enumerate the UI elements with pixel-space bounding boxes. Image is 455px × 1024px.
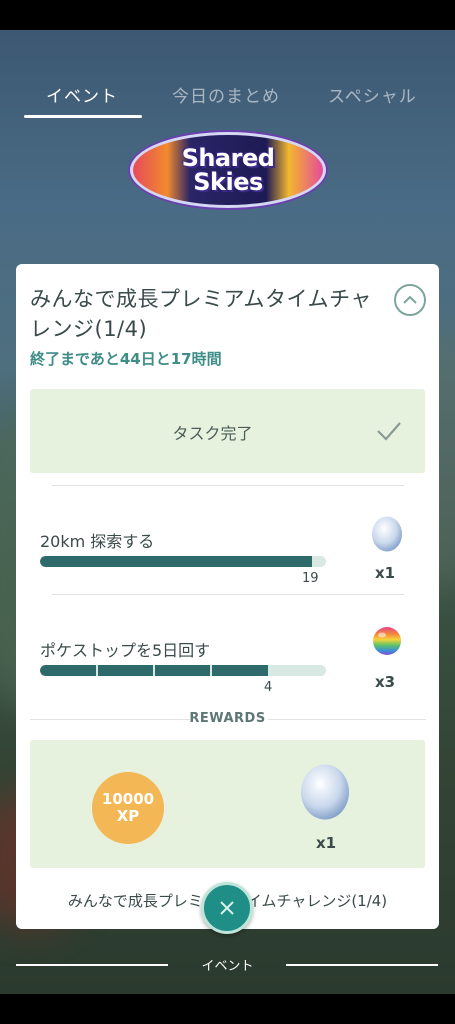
egg-reward-quantity: x1 (316, 834, 337, 852)
challenge-card: みんなで成長プレミアムタイムチャレンジ(1/4) 終了まであと44日と17時間 … (16, 264, 439, 929)
tab-today-summary[interactable]: 今日のまとめ (172, 82, 280, 107)
event-logo: Shared Skies (130, 132, 326, 208)
logo-text-line2: Skies (193, 168, 263, 196)
logo-text-line1: Shared (181, 144, 275, 172)
divider (52, 594, 404, 595)
xp-unit: XP (116, 807, 140, 825)
divider (286, 964, 438, 966)
chevron-up-icon (403, 295, 417, 304)
xp-amount: 10000 (101, 790, 155, 808)
tab-event[interactable]: イベント (46, 82, 118, 107)
close-icon (220, 901, 234, 915)
divider (268, 719, 426, 720)
task-progress-bar (40, 665, 326, 676)
progress-segment-divider (268, 665, 270, 676)
check-icon (377, 422, 401, 441)
task-complete-label: タスク完了 (172, 424, 253, 443)
progress-segment-divider (96, 665, 98, 676)
progress-segment-divider (153, 665, 155, 676)
egg-icon (301, 764, 349, 820)
close-button[interactable] (201, 882, 253, 934)
countdown-text: 終了まであと44日と17時間 (30, 350, 222, 368)
collapse-button[interactable] (394, 284, 426, 316)
divider (52, 485, 404, 486)
progress-fill (40, 556, 312, 567)
section-header: イベント (0, 955, 455, 975)
task-complete-banner: タスク完了 (30, 389, 425, 473)
progress-segment-divider (210, 665, 212, 676)
task-progress-bar (40, 556, 326, 567)
status-bar (0, 0, 455, 30)
reward-quantity: x3 (375, 673, 396, 691)
challenge-title: みんなで成長プレミアムタイムチャレンジ(1/4) (30, 287, 372, 341)
egg-icon (372, 516, 402, 552)
task-label: 20km 探索する (40, 532, 155, 551)
xp-reward-badge: 10000 XP (92, 772, 164, 844)
reward-quantity: x1 (375, 564, 396, 582)
tab-special[interactable]: スペシャル (328, 82, 417, 107)
rainbow-orb-icon (373, 627, 401, 655)
progress-value: 4 (264, 680, 273, 695)
active-tab-indicator (24, 115, 142, 118)
task-label: ポケストップを5日回す (40, 641, 211, 660)
rewards-panel: 10000 XP x1 (30, 740, 425, 868)
progress-value: 19 (302, 571, 319, 586)
navigation-bar (0, 994, 455, 1024)
